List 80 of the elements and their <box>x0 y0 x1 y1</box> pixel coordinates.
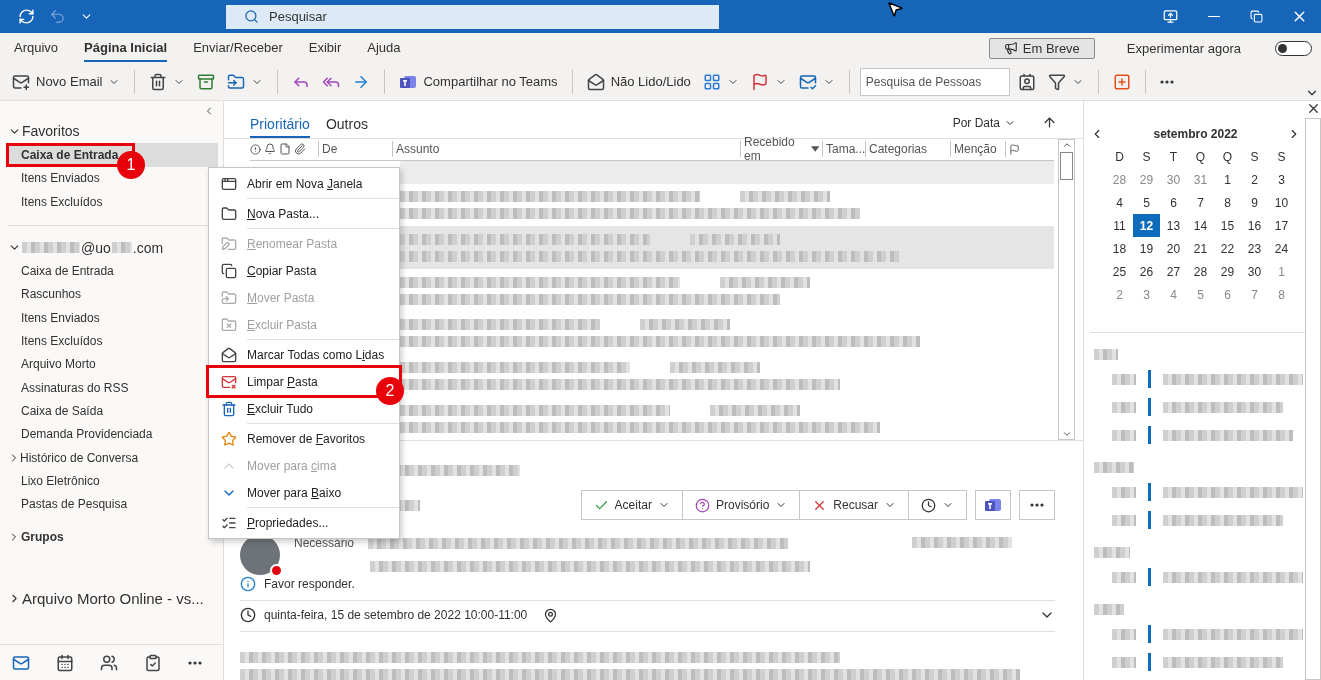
weekday-label: S <box>1141 148 1152 166</box>
calendar-day[interactable]: 4 <box>1106 191 1133 214</box>
sort-button[interactable]: Por Data <box>952 116 1016 138</box>
menu-item[interactable]: Mover para Baixo <box>209 479 399 506</box>
menu-item[interactable]: Copiar Pasta <box>209 257 399 284</box>
calendar-day[interactable]: 18 <box>1106 237 1133 260</box>
calendar-day[interactable]: 22 <box>1214 237 1241 260</box>
try-now-label: Experimentar agora <box>1126 40 1241 56</box>
calendar-day[interactable]: 5 <box>1187 283 1214 306</box>
inbox-tab[interactable]: Prioritário <box>250 116 310 138</box>
inbox-tab[interactable]: Outros <box>325 116 368 138</box>
attendee-label: Necessário <box>294 536 355 550</box>
calendar-day[interactable]: 30 <box>1160 168 1187 191</box>
calendar-day[interactable]: 19 <box>1133 237 1160 260</box>
weekday-label: T <box>1168 148 1179 166</box>
new-email-button[interactable]: Novo Email <box>8 66 125 97</box>
calendar-day[interactable]: 3 <box>1268 168 1295 191</box>
calendar-day[interactable]: 13 <box>1160 214 1187 237</box>
calendar-day[interactable]: 29 <box>1133 168 1160 191</box>
menu-item[interactable]: Abrir em Nova Janela <box>209 170 399 197</box>
menu-item[interactable]: Marcar Todas como Lidas <box>209 341 399 368</box>
menu-tab[interactable]: Enviar/Receber <box>193 34 283 62</box>
month-title: setembro 2022 <box>1153 127 1238 141</box>
unread-read-button[interactable]: Não Lido/Lido <box>582 66 695 97</box>
menu-tab[interactable]: Arquivo <box>14 34 59 62</box>
calendar-day[interactable]: 27 <box>1160 260 1187 283</box>
calendar-day[interactable]: 26 <box>1133 260 1160 283</box>
calendar-day[interactable]: 28 <box>1106 168 1133 191</box>
column-header[interactable]: De <box>318 141 392 158</box>
calendar-day[interactable]: 10 <box>1268 191 1295 214</box>
calendar-day[interactable]: 1 <box>1268 260 1295 283</box>
column-header[interactable]: Categorias <box>865 141 950 158</box>
calendar-day[interactable]: 21 <box>1187 237 1214 260</box>
calendar-day[interactable]: 14 <box>1187 214 1214 237</box>
calendar-day[interactable]: 31 <box>1187 168 1214 191</box>
meeting-time: quinta-feira, 15 de setembro de 2022 10:00-11:00 <box>264 608 528 622</box>
calendar-day[interactable]: 12 <box>1133 214 1160 237</box>
calendar-day[interactable]: 11 <box>1106 214 1133 237</box>
calendar-day[interactable]: 16 <box>1241 214 1268 237</box>
calendar-day[interactable]: 4 <box>1160 283 1187 306</box>
menu-tab[interactable]: Exibir <box>308 34 342 62</box>
weekday-label: Q <box>1221 148 1234 166</box>
column-header[interactable]: Assunto <box>392 141 740 158</box>
calendar-day[interactable]: 8 <box>1268 283 1295 306</box>
calendar-day[interactable]: 3 <box>1133 283 1160 306</box>
favorites-header[interactable]: Favoritos <box>0 119 223 143</box>
search-field[interactable]: Pesquisar <box>226 4 719 29</box>
calendar-day[interactable]: 9 <box>1241 191 1268 214</box>
calendar-day[interactable]: 5 <box>1133 191 1160 214</box>
calendar-day[interactable]: 15 <box>1214 214 1241 237</box>
calendar-day[interactable]: 1 <box>1214 168 1241 191</box>
response-info: Favor responder. <box>264 577 355 591</box>
calendar-day[interactable]: 25 <box>1106 260 1133 283</box>
people-search-field[interactable]: Pesquisa de Pessoas <box>859 67 1010 96</box>
teams-share-button[interactable]: Compartilhar no Teams <box>395 66 562 97</box>
calendar-day[interactable]: 7 <box>1241 283 1268 306</box>
column-header[interactable]: Tama... <box>822 141 865 158</box>
calendar-day[interactable]: 6 <box>1214 283 1241 306</box>
calendar-day[interactable]: 8 <box>1214 191 1241 214</box>
weekday-label: D <box>1114 148 1125 166</box>
calendar-day[interactable]: 24 <box>1268 237 1295 260</box>
calendar-day[interactable]: 6 <box>1160 191 1187 214</box>
calendar-day[interactable]: 2 <box>1241 168 1268 191</box>
calendar-day[interactable]: 2 <box>1106 283 1133 306</box>
archive-header[interactable]: Arquivo Morto Online - vs... <box>0 586 223 611</box>
calendar-day[interactable]: 7 <box>1187 191 1214 214</box>
weekday-label: S <box>1249 148 1260 166</box>
column-header[interactable]: Menção <box>950 141 1005 158</box>
weekday-label: S <box>1276 148 1287 166</box>
weekday-label: Q <box>1194 148 1207 166</box>
calendar-day[interactable]: 23 <box>1241 237 1268 260</box>
calendar-day[interactable]: 29 <box>1214 260 1241 283</box>
calendar-day[interactable]: 30 <box>1241 260 1268 283</box>
step-number: 2 <box>376 377 404 405</box>
menu-item[interactable]: Nova Pasta... <box>209 200 399 227</box>
menu-tab[interactable]: Ajuda <box>367 34 401 62</box>
calendar-day[interactable]: 20 <box>1160 237 1187 260</box>
calendar-day[interactable]: 28 <box>1187 260 1214 283</box>
calendar-day[interactable]: 17 <box>1268 214 1295 237</box>
coming-soon-button[interactable]: Em Breve <box>988 37 1095 59</box>
